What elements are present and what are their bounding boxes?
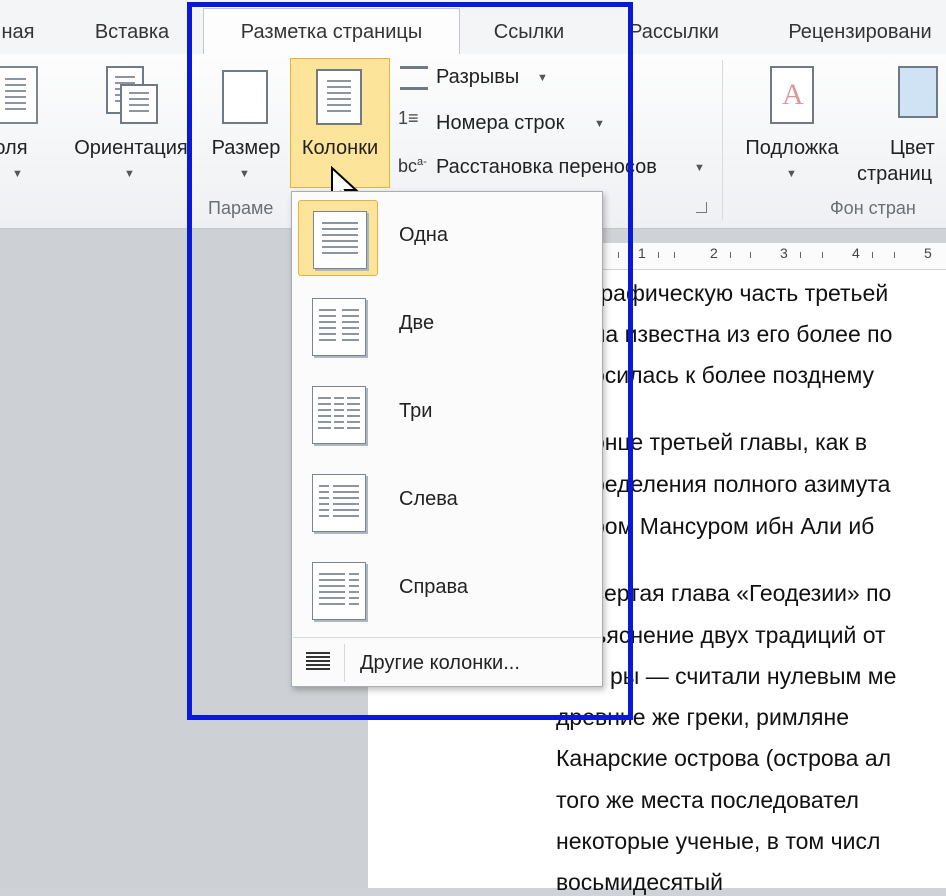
- margins-icon: [0, 66, 38, 124]
- ruler-tick: [800, 252, 801, 258]
- page-background-group-label: Фон стран: [830, 198, 916, 218]
- group-separator: [722, 60, 723, 220]
- chevron-down-icon: ▼: [694, 162, 705, 174]
- tab-mailings[interactable]: Рассылки: [624, 10, 724, 54]
- tab-insert[interactable]: Вставка: [76, 10, 188, 54]
- document-text-line: того же места последовател: [556, 787, 859, 813]
- margins-label: Поля: [0, 137, 28, 159]
- tab-review[interactable]: Рецензировани: [770, 10, 946, 54]
- ruler-number: 1: [638, 245, 646, 261]
- dialog-launcher-icon[interactable]: [696, 202, 707, 213]
- ruler-tick: [674, 252, 675, 258]
- chevron-down-icon: ▼: [124, 168, 135, 180]
- document-text-line: вертая глава «Геодезии» по: [592, 580, 892, 606]
- page-color-button[interactable]: Цвет страниц: [856, 62, 946, 192]
- document-text-line: ла известна из его более по: [592, 321, 893, 347]
- highlight-frame: [187, 2, 633, 720]
- document-text-line: некоторые ученые, в том числ: [556, 828, 881, 854]
- ruler-tick: [658, 252, 659, 258]
- page-color-icon: [898, 66, 938, 118]
- ruler-number: 3: [780, 245, 788, 261]
- tab-home[interactable]: ная: [0, 10, 40, 54]
- chevron-down-icon: ▼: [12, 168, 23, 180]
- document-text-line: осилась к более позднему: [592, 362, 875, 388]
- ruler-tick: [822, 252, 823, 258]
- ruler-number: 2: [710, 245, 718, 261]
- margins-button[interactable]: Поля ▼: [0, 62, 52, 182]
- page-color-label-1: Цвет: [890, 137, 935, 159]
- document-text-line: восьмидесятый: [556, 869, 723, 895]
- ruler-number: 4: [852, 245, 860, 261]
- orientation-icon-second: [120, 84, 158, 124]
- ruler-number: 5: [924, 245, 932, 261]
- document-text-line: Канарские острова (острова ал: [556, 745, 892, 771]
- document-text-line: ром Мансуром ибн Али иб: [592, 513, 875, 539]
- ruler-tick: [750, 252, 751, 258]
- watermark-label: Подложка: [745, 137, 839, 159]
- orientation-button[interactable]: Ориентация ▼: [64, 62, 198, 182]
- ruler-tick: [894, 252, 895, 258]
- chevron-down-icon: ▼: [786, 168, 797, 180]
- ruler-tick: [730, 252, 731, 258]
- watermark-button[interactable]: A Подложка ▼: [732, 62, 852, 182]
- document-text-line: ры — считали нулевым ме: [610, 663, 897, 689]
- page-color-label-2: страниц: [857, 163, 933, 185]
- document-text-line: ъяснение двух традиций от: [592, 622, 886, 648]
- horizontal-ruler[interactable]: 1 2 3 4 5: [590, 243, 946, 270]
- document-text-line: онце третьей главы, как в: [592, 429, 868, 455]
- document-text-line: графическую часть третьей: [592, 280, 889, 306]
- watermark-icon: A: [770, 66, 814, 124]
- orientation-label: Ориентация: [74, 137, 188, 159]
- ruler-tick: [872, 252, 873, 258]
- document-text-line: ределения полного азимута: [592, 471, 891, 497]
